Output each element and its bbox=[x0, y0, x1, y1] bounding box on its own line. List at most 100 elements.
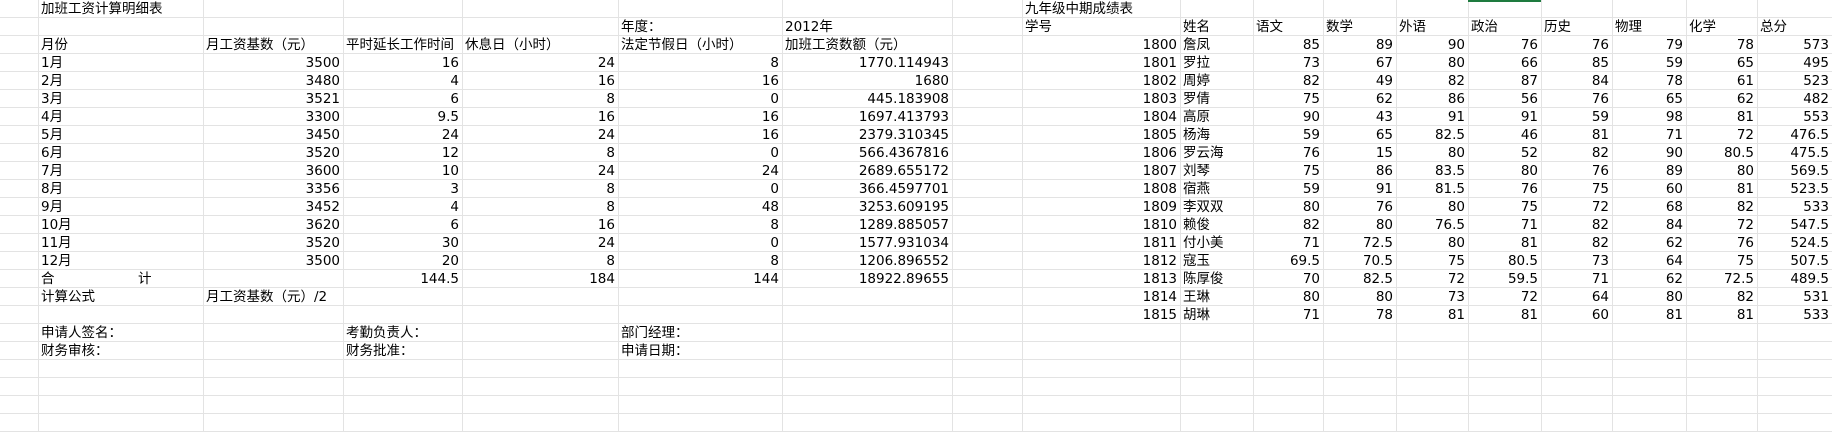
number-cell[interactable]: 1289.885057 bbox=[782, 216, 952, 234]
student-id-cell[interactable]: 1801 bbox=[1022, 54, 1180, 72]
score-cell[interactable]: 80 bbox=[1253, 288, 1323, 306]
score-cell[interactable]: 71 bbox=[1541, 270, 1612, 288]
score-cell[interactable]: 59 bbox=[1253, 180, 1323, 198]
column-header[interactable]: 休息日（小时） bbox=[462, 36, 618, 54]
score-cell[interactable]: 82 bbox=[1253, 72, 1323, 90]
score-cell[interactable]: 81 bbox=[1396, 306, 1468, 324]
number-cell[interactable]: 1577.931034 bbox=[782, 234, 952, 252]
number-cell[interactable]: 1697.413793 bbox=[782, 108, 952, 126]
number-cell[interactable]: 8 bbox=[462, 252, 618, 270]
number-cell[interactable]: 1206.896552 bbox=[782, 252, 952, 270]
score-cell[interactable]: 73 bbox=[1541, 252, 1612, 270]
number-cell[interactable]: 3356 bbox=[203, 180, 343, 198]
score-cell[interactable]: 91 bbox=[1396, 108, 1468, 126]
score-cell[interactable]: 82 bbox=[1686, 288, 1757, 306]
student-id-cell[interactable]: 1806 bbox=[1022, 144, 1180, 162]
score-cell[interactable]: 70.5 bbox=[1323, 252, 1396, 270]
sheet-title[interactable]: 加班工资计算明细表 bbox=[38, 0, 338, 18]
column-header[interactable]: 总分 bbox=[1757, 18, 1832, 36]
month-cell[interactable]: 1月 bbox=[38, 54, 203, 72]
total-cell[interactable]: 144.5 bbox=[343, 270, 462, 288]
score-cell[interactable]: 67 bbox=[1323, 54, 1396, 72]
score-cell[interactable]: 72 bbox=[1396, 270, 1468, 288]
student-name-cell[interactable]: 寇玉 bbox=[1180, 252, 1253, 270]
formula-label[interactable]: 计算公式 bbox=[38, 288, 203, 306]
student-name-cell[interactable]: 李双双 bbox=[1180, 198, 1253, 216]
number-cell[interactable]: 8 bbox=[618, 216, 782, 234]
month-cell[interactable]: 5月 bbox=[38, 126, 203, 144]
student-name-cell[interactable]: 周婷 bbox=[1180, 72, 1253, 90]
number-cell[interactable]: 16 bbox=[343, 54, 462, 72]
number-cell[interactable]: 6 bbox=[343, 90, 462, 108]
score-cell[interactable]: 90 bbox=[1612, 144, 1686, 162]
score-cell[interactable]: 85 bbox=[1541, 54, 1612, 72]
score-cell[interactable]: 82 bbox=[1396, 72, 1468, 90]
score-cell[interactable]: 68 bbox=[1612, 198, 1686, 216]
number-cell[interactable]: 3620 bbox=[203, 216, 343, 234]
score-cell[interactable]: 91 bbox=[1323, 180, 1396, 198]
score-cell[interactable]: 64 bbox=[1541, 288, 1612, 306]
number-cell[interactable]: 3600 bbox=[203, 162, 343, 180]
score-cell[interactable]: 65 bbox=[1612, 90, 1686, 108]
score-cell[interactable]: 482 bbox=[1757, 90, 1832, 108]
column-header[interactable]: 数学 bbox=[1323, 18, 1396, 36]
score-cell[interactable]: 81.5 bbox=[1396, 180, 1468, 198]
number-cell[interactable]: 3452 bbox=[203, 198, 343, 216]
student-id-cell[interactable]: 1802 bbox=[1022, 72, 1180, 90]
number-cell[interactable]: 24 bbox=[462, 234, 618, 252]
score-cell[interactable]: 82 bbox=[1541, 216, 1612, 234]
score-cell[interactable]: 46 bbox=[1468, 126, 1541, 144]
score-cell[interactable]: 547.5 bbox=[1757, 216, 1832, 234]
number-cell[interactable]: 24 bbox=[462, 126, 618, 144]
number-cell[interactable]: 16 bbox=[618, 72, 782, 90]
score-cell[interactable]: 475.5 bbox=[1757, 144, 1832, 162]
score-cell[interactable]: 86 bbox=[1323, 162, 1396, 180]
score-cell[interactable]: 82 bbox=[1686, 198, 1757, 216]
number-cell[interactable]: 24 bbox=[462, 54, 618, 72]
score-cell[interactable]: 524.5 bbox=[1757, 234, 1832, 252]
number-cell[interactable]: 16 bbox=[618, 126, 782, 144]
month-cell[interactable]: 12月 bbox=[38, 252, 203, 270]
student-name-cell[interactable]: 杨海 bbox=[1180, 126, 1253, 144]
score-cell[interactable]: 84 bbox=[1541, 72, 1612, 90]
number-cell[interactable]: 30 bbox=[343, 234, 462, 252]
score-cell[interactable]: 87 bbox=[1468, 72, 1541, 90]
student-id-cell[interactable]: 1809 bbox=[1022, 198, 1180, 216]
score-cell[interactable]: 523.5 bbox=[1757, 180, 1832, 198]
score-cell[interactable]: 70 bbox=[1253, 270, 1323, 288]
number-cell[interactable]: 24 bbox=[618, 162, 782, 180]
student-name-cell[interactable]: 胡琳 bbox=[1180, 306, 1253, 324]
student-id-cell[interactable]: 1804 bbox=[1022, 108, 1180, 126]
score-cell[interactable]: 83.5 bbox=[1396, 162, 1468, 180]
column-header[interactable]: 姓名 bbox=[1180, 18, 1253, 36]
score-cell[interactable]: 15 bbox=[1323, 144, 1396, 162]
number-cell[interactable]: 8 bbox=[462, 144, 618, 162]
score-cell[interactable]: 59 bbox=[1253, 126, 1323, 144]
score-cell[interactable]: 76 bbox=[1468, 36, 1541, 54]
score-cell[interactable]: 65 bbox=[1323, 126, 1396, 144]
score-cell[interactable]: 80 bbox=[1323, 216, 1396, 234]
score-cell[interactable]: 76 bbox=[1541, 90, 1612, 108]
score-cell[interactable]: 65 bbox=[1686, 54, 1757, 72]
column-header[interactable]: 平时延长工作时间 bbox=[343, 36, 467, 54]
student-id-cell[interactable]: 1811 bbox=[1022, 234, 1180, 252]
month-cell[interactable]: 2月 bbox=[38, 72, 203, 90]
number-cell[interactable]: 2689.655172 bbox=[782, 162, 952, 180]
sign-label[interactable]: 考勤负责人： bbox=[343, 324, 543, 342]
student-id-cell[interactable]: 1814 bbox=[1022, 288, 1180, 306]
number-cell[interactable]: 12 bbox=[343, 144, 462, 162]
month-cell[interactable]: 11月 bbox=[38, 234, 203, 252]
score-cell[interactable]: 76 bbox=[1541, 162, 1612, 180]
score-cell[interactable]: 49 bbox=[1323, 72, 1396, 90]
student-id-cell[interactable]: 1810 bbox=[1022, 216, 1180, 234]
score-cell[interactable]: 489.5 bbox=[1757, 270, 1832, 288]
score-cell[interactable]: 81 bbox=[1686, 306, 1757, 324]
total-cell[interactable]: 184 bbox=[462, 270, 618, 288]
score-cell[interactable]: 80 bbox=[1612, 288, 1686, 306]
year-label[interactable]: 年度： bbox=[618, 18, 768, 36]
score-cell[interactable]: 86 bbox=[1396, 90, 1468, 108]
number-cell[interactable]: 3253.609195 bbox=[782, 198, 952, 216]
score-cell[interactable]: 81 bbox=[1468, 306, 1541, 324]
score-cell[interactable]: 523 bbox=[1757, 72, 1832, 90]
student-id-cell[interactable]: 1803 bbox=[1022, 90, 1180, 108]
